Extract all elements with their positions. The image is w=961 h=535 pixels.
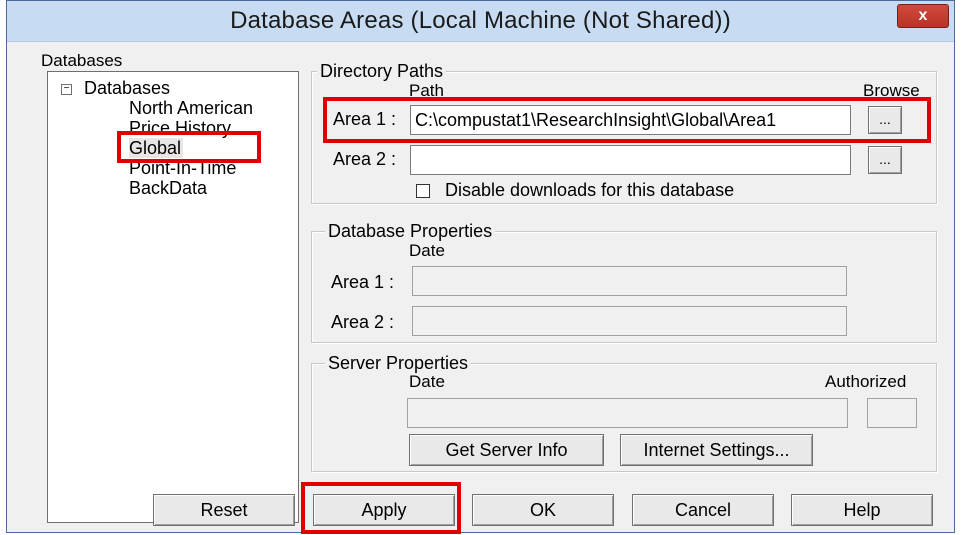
cancel-button[interactable]: Cancel	[632, 494, 774, 526]
area2-path-label: Area 2 :	[333, 149, 397, 169]
collapse-icon[interactable]: −	[61, 84, 72, 95]
db-area1-date-field	[412, 266, 847, 296]
db-area1-label: Area 1 :	[331, 272, 395, 292]
db-area2-date-field	[412, 306, 847, 336]
database-properties-title: Database Properties	[325, 221, 496, 242]
disable-downloads-checkbox[interactable]	[416, 184, 430, 198]
server-properties-title: Server Properties	[325, 353, 472, 374]
server-date-header: Date	[409, 372, 445, 391]
help-button[interactable]: Help	[791, 494, 933, 526]
reset-button[interactable]: Reset	[153, 494, 295, 526]
server-date-field	[407, 398, 848, 428]
authorized-field	[867, 398, 917, 428]
databases-label: Databases	[41, 51, 123, 70]
disable-downloads-label[interactable]: Disable downloads for this database	[445, 180, 734, 201]
tree-item-backdata[interactable]: BackData	[129, 178, 207, 198]
title-bar[interactable]: Database Areas (Local Machine (Not Share…	[7, 1, 954, 42]
database-areas-dialog: Database Areas (Local Machine (Not Share…	[6, 0, 955, 534]
db-date-header: Date	[409, 241, 445, 260]
window-title: Database Areas (Local Machine (Not Share…	[230, 7, 731, 34]
authorized-header: Authorized	[825, 372, 907, 391]
area1-highlight-box	[323, 97, 931, 143]
apply-highlight-box	[301, 482, 461, 534]
get-server-info-button[interactable]: Get Server Info	[409, 434, 604, 466]
tree-item-north-american[interactable]: North American	[129, 98, 253, 118]
area2-path-input[interactable]	[410, 145, 851, 175]
close-button[interactable]: x	[897, 4, 949, 28]
internet-settings-button[interactable]: Internet Settings...	[620, 434, 813, 466]
db-area2-label: Area 2 :	[331, 312, 395, 332]
directory-paths-title: Directory Paths	[317, 61, 447, 82]
tree-root-databases[interactable]: Databases	[84, 78, 170, 98]
area2-browse-button[interactable]: ...	[868, 146, 902, 174]
global-highlight-box	[117, 131, 261, 163]
ok-button[interactable]: OK	[472, 494, 614, 526]
